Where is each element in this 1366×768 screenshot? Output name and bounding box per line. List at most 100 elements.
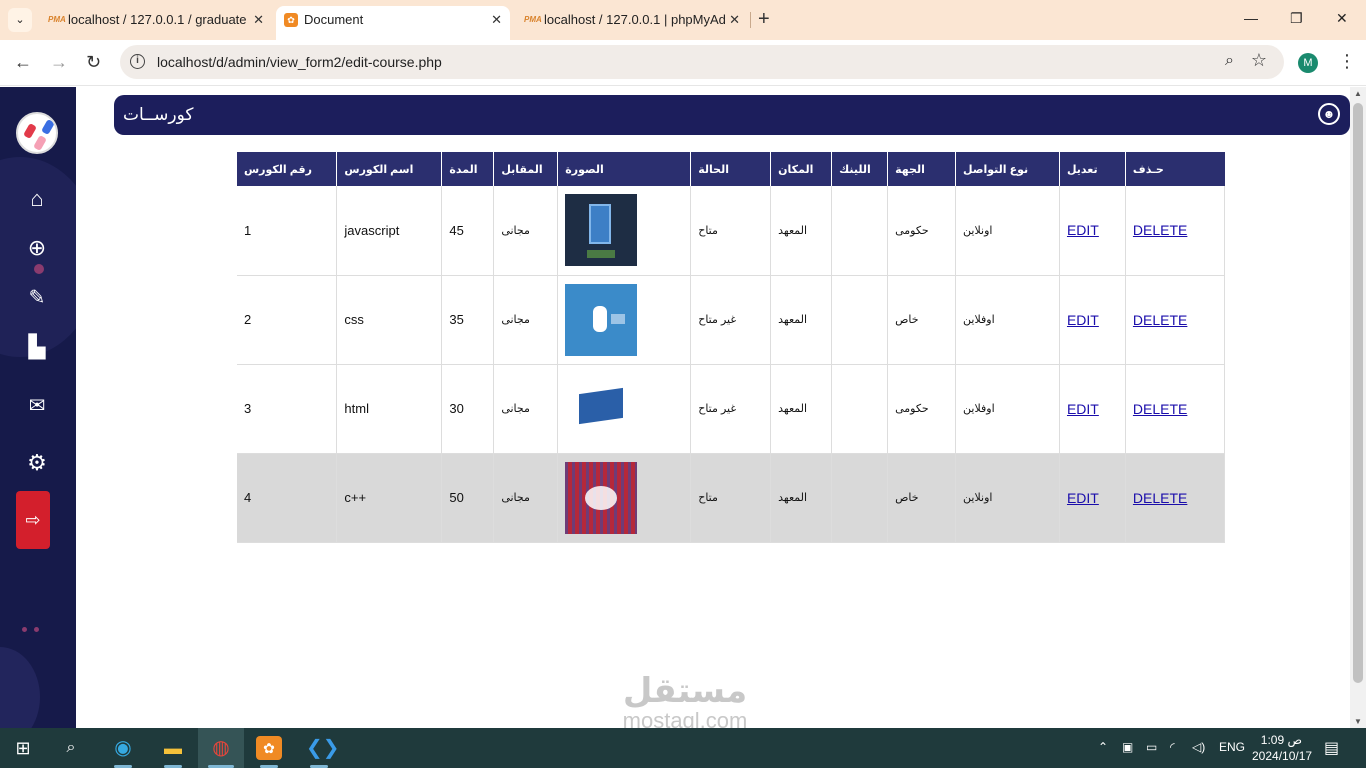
course-price: مجانى bbox=[493, 186, 559, 276]
volume-icon[interactable]: ◁) bbox=[1192, 740, 1205, 754]
course-price: مجانى bbox=[493, 453, 559, 543]
add-icon[interactable]: ⊕ bbox=[23, 234, 51, 262]
javascript-image bbox=[565, 194, 638, 267]
home-icon[interactable]: ⌂ bbox=[23, 185, 51, 213]
course-org: حكومى bbox=[887, 186, 957, 276]
sidebar: ⌂ ⊕ ✎ ▙ ✉ ⚙ ⇨ bbox=[0, 87, 76, 728]
more-menu-icon[interactable]: ⋮ bbox=[1338, 51, 1356, 72]
tab-title: localhost / 127.0.0.1 / graduate bbox=[68, 12, 247, 27]
course-duration: 45 bbox=[441, 186, 495, 276]
table-header-row: رقم الكورس اسم الكورس المدة المقابل الصو… bbox=[237, 152, 1225, 186]
tray-overflow-icon[interactable]: ⌃ bbox=[1098, 740, 1108, 754]
decorative-dot bbox=[22, 627, 27, 632]
restore-icon[interactable]: ❐ bbox=[1290, 10, 1303, 27]
window-close-icon[interactable]: ✕ bbox=[1336, 10, 1348, 27]
tab-phpmyadmin-graduate[interactable]: PMA localhost / 127.0.0.1 / graduate ✕ bbox=[40, 6, 272, 40]
page-scrollbar[interactable]: ▲ ▼ bbox=[1350, 87, 1366, 728]
course-org: حكومى bbox=[887, 364, 957, 454]
edit-link[interactable]: EDIT bbox=[1067, 490, 1099, 506]
column-header: الجهة bbox=[887, 152, 957, 186]
course-place: المعهد bbox=[770, 275, 833, 365]
delete-link[interactable]: DELETE bbox=[1133, 222, 1187, 238]
delete-link[interactable]: DELETE bbox=[1133, 312, 1187, 328]
decorative-shape bbox=[0, 647, 40, 728]
course-image-cell bbox=[557, 186, 692, 276]
course-org: خاص bbox=[887, 453, 957, 543]
site-info-icon[interactable]: i bbox=[130, 54, 145, 69]
course-id: 2 bbox=[237, 275, 338, 365]
delete-link[interactable]: DELETE bbox=[1133, 490, 1187, 506]
scrollbar-thumb[interactable] bbox=[1353, 103, 1363, 683]
column-header: رقم الكورس bbox=[237, 152, 338, 186]
decorative-dot bbox=[34, 264, 44, 274]
windows-start-icon[interactable]: ⊞ bbox=[10, 736, 36, 760]
close-icon[interactable]: ✕ bbox=[729, 6, 740, 34]
logout-button[interactable]: ⇨ bbox=[16, 491, 50, 549]
tab-phpmyadmin[interactable]: PMA localhost / 127.0.0.1 | phpMyAd ✕ bbox=[516, 6, 748, 40]
page-title: كورســات bbox=[123, 105, 194, 124]
close-icon[interactable]: ✕ bbox=[491, 6, 502, 34]
course-name: css bbox=[336, 275, 443, 365]
settings-icon[interactable]: ⚙ bbox=[23, 449, 51, 477]
bookmark-star-icon[interactable]: ☆ bbox=[1251, 50, 1267, 71]
course-status: متاح bbox=[690, 453, 772, 543]
tab-title: localhost / 127.0.0.1 | phpMyAd bbox=[544, 12, 726, 27]
edit-icon[interactable]: ✎ bbox=[23, 284, 51, 312]
new-tab-button[interactable]: + bbox=[758, 8, 770, 30]
course-place: المعهد bbox=[770, 186, 833, 276]
forward-icon[interactable]: → bbox=[50, 52, 68, 72]
column-header: اسم الكورس bbox=[336, 152, 443, 186]
course-contact: اونلاين bbox=[955, 453, 1060, 543]
browser-tab-strip: ⌄ PMA localhost / 127.0.0.1 / graduate ✕… bbox=[0, 0, 1366, 40]
zoom-icon[interactable]: ⌕ bbox=[1225, 52, 1234, 70]
column-header: الحالة bbox=[690, 152, 772, 186]
edit-link[interactable]: EDIT bbox=[1067, 312, 1099, 328]
reload-icon[interactable]: ↻ bbox=[86, 52, 101, 72]
chrome-icon[interactable]: ◍ bbox=[208, 736, 234, 760]
back-icon[interactable]: ← bbox=[14, 52, 32, 72]
xampp-icon[interactable]: ✿ bbox=[256, 736, 282, 760]
edit-link[interactable]: EDIT bbox=[1067, 222, 1099, 238]
meet-icon[interactable]: ▣ bbox=[1122, 740, 1133, 754]
edge-icon[interactable]: ◉ bbox=[110, 736, 136, 760]
edit-link[interactable]: EDIT bbox=[1067, 401, 1099, 417]
tab-search-button[interactable]: ⌄ bbox=[8, 8, 32, 32]
vscode-icon[interactable]: ❮❯ bbox=[306, 736, 340, 760]
pma-icon: PMA bbox=[524, 15, 542, 24]
delete-link[interactable]: DELETE bbox=[1133, 401, 1187, 417]
clock[interactable]: 1:09 ص 2024/10/17 bbox=[1252, 732, 1312, 764]
notifications-icon[interactable]: ▤ bbox=[1324, 738, 1339, 758]
course-image-cell bbox=[557, 453, 692, 543]
language-indicator[interactable]: ENG bbox=[1219, 740, 1245, 754]
clock-date: 2024/10/17 bbox=[1252, 749, 1313, 763]
watermark: مستقل mostaql.com bbox=[600, 672, 770, 732]
users-icon: ☻ bbox=[1318, 103, 1340, 125]
user-avatar[interactable] bbox=[16, 112, 58, 154]
tab-document[interactable]: ✿ Document ✕ bbox=[276, 6, 510, 40]
url-text[interactable]: localhost/d/admin/view_form2/edit-course… bbox=[157, 54, 442, 70]
courses-table: رقم الكورس اسم الكورس المدة المقابل الصو… bbox=[237, 152, 1226, 543]
profile-avatar[interactable]: M bbox=[1298, 53, 1318, 73]
file-explorer-icon[interactable]: ▬ bbox=[160, 736, 186, 760]
course-duration: 30 bbox=[441, 364, 495, 454]
minimize-icon[interactable]: — bbox=[1244, 10, 1258, 26]
course-price: مجانى bbox=[493, 275, 559, 365]
scroll-down-icon[interactable]: ▼ bbox=[1354, 717, 1362, 726]
mail-icon[interactable]: ✉ bbox=[23, 392, 51, 420]
page-header: كورســات ☻ bbox=[114, 95, 1350, 135]
wifi-icon[interactable]: ◜ bbox=[1170, 740, 1175, 754]
column-header: المكان bbox=[770, 152, 833, 186]
battery-icon[interactable]: ▭ bbox=[1146, 740, 1157, 754]
address-bar[interactable]: i localhost/d/admin/view_form2/edit-cour… bbox=[120, 45, 1284, 79]
decorative-dot bbox=[34, 627, 39, 632]
course-link bbox=[831, 364, 889, 454]
chart-icon[interactable]: ▙ bbox=[23, 333, 51, 361]
course-contact: اوفلاين bbox=[955, 364, 1060, 454]
delete-cell: DELETE bbox=[1125, 453, 1226, 543]
course-link bbox=[831, 186, 889, 276]
search-icon[interactable]: ⌕ bbox=[58, 736, 84, 760]
course-id: 4 bbox=[237, 453, 338, 543]
scroll-up-icon[interactable]: ▲ bbox=[1354, 89, 1362, 98]
course-name: html bbox=[336, 364, 443, 454]
close-icon[interactable]: ✕ bbox=[253, 6, 264, 34]
